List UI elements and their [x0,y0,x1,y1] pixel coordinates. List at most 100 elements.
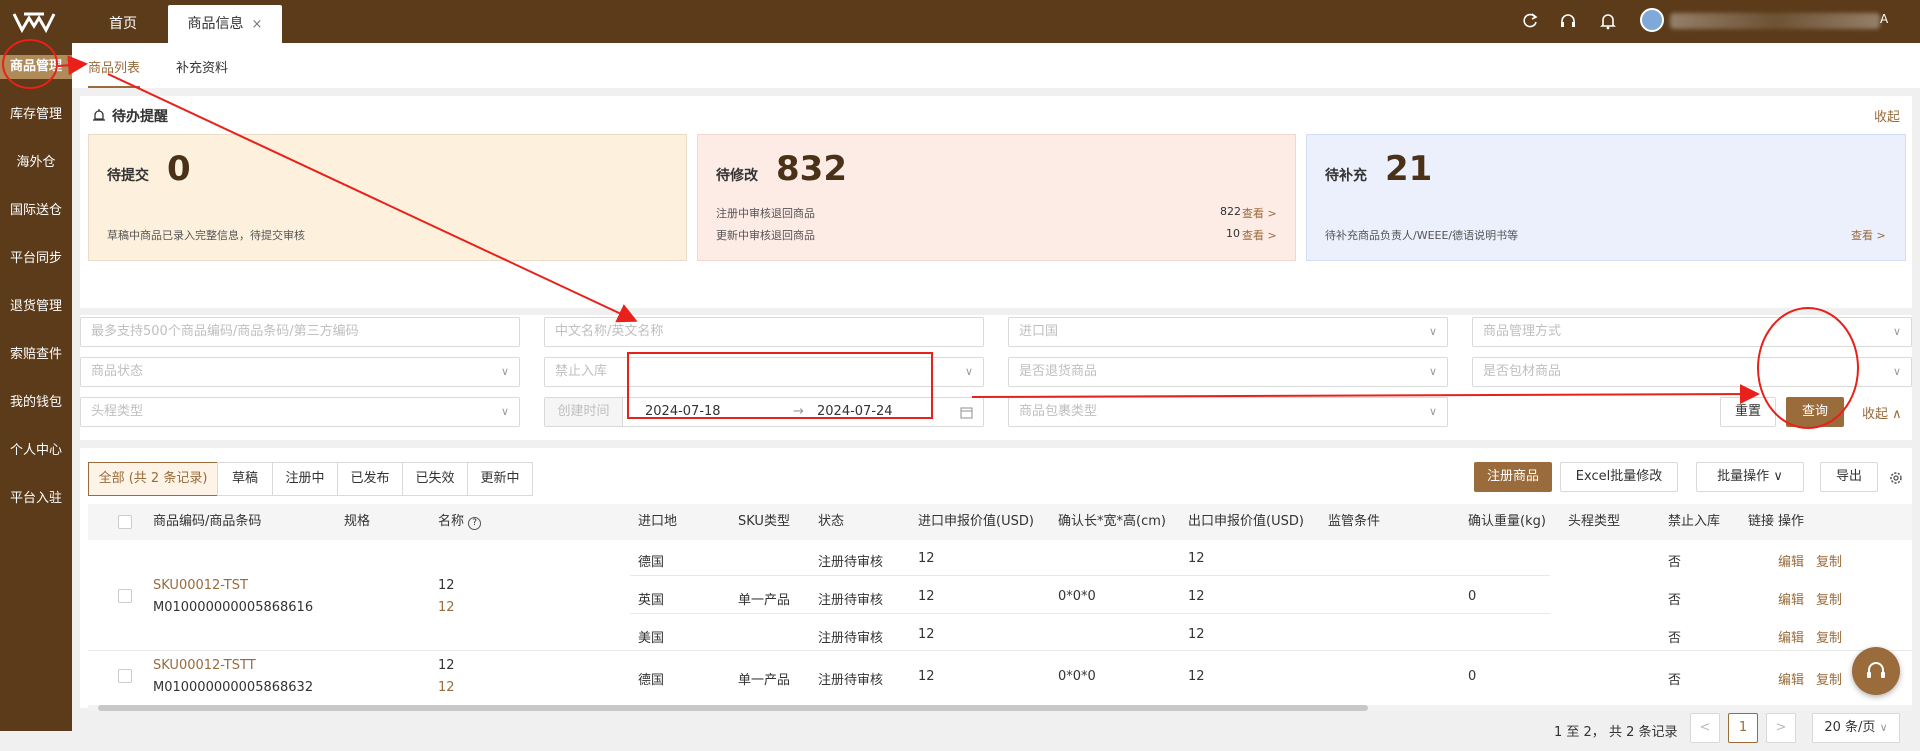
sidebar-item-claims[interactable]: 索赔查件 [0,343,72,367]
row-checkbox[interactable] [118,669,132,683]
sidebar-item-profile[interactable]: 个人中心 [0,439,72,463]
card-pending-submit[interactable]: 待提交 0 草稿中商品已录入完整信息，待提交审核 [88,134,687,261]
status-tab-updating[interactable]: 更新中 [467,462,533,496]
sidebar-item-wallet[interactable]: 我的钱包 [0,391,72,415]
col-status: 状态 [818,514,845,529]
dims: 0*0*0 [1058,669,1096,684]
batch-ops-button[interactable]: 批量操作 ∨ [1696,462,1804,492]
dims: 0*0*0 [1058,589,1096,604]
reset-button[interactable]: 重置 [1720,397,1776,427]
sidebar-item-product-mgmt[interactable]: 商品管理 [0,55,72,79]
name-search-input[interactable]: 中文名称/英文名称 [544,317,984,347]
returned-goods-select[interactable]: 是否退货商品 ∨ [1008,357,1448,387]
sidebar-item-returns[interactable]: 退货管理 [0,295,72,319]
tab-home[interactable]: 首页 [90,5,156,43]
date-start[interactable]: 2024-07-18 [645,398,721,426]
card-label: 待补充 [1325,168,1367,184]
avatar[interactable] [1640,8,1664,32]
card-label: 待提交 [107,168,149,184]
col-link: 链接 [1748,514,1775,529]
chevron-up-icon: ∧ [1892,407,1902,422]
status-tab-expired[interactable]: 已失效 [402,462,468,496]
pack-type-select[interactable]: 商品包裹类型 ∨ [1008,397,1448,427]
main-content: 商品列表 补充资料 待办提醒 收起 待提交 0 草稿中商品已录入完整信息，待提交… [72,43,1920,743]
sku-type: 单一产品 [738,593,791,608]
date-arrow: → [793,404,804,419]
edit-link[interactable]: 编辑 [1778,551,1804,570]
prev-page-button[interactable]: < [1690,713,1720,743]
status-tab-published[interactable]: 已发布 [337,462,403,496]
tab-supplementary[interactable]: 补充资料 [176,57,228,76]
query-button[interactable]: 查询 [1786,397,1844,427]
edit-link[interactable]: 编辑 [1778,589,1804,608]
card-pending-modify: 待修改 832 注册中审核退回商品 822 查看 > 更新中审核退回商品 10 … [697,134,1296,261]
tab-product-list[interactable]: 商品列表 [88,57,141,88]
card-line-count: 10 [1226,227,1240,240]
edit-link[interactable]: 编辑 [1778,669,1804,688]
status-tab-draft[interactable]: 草稿 [217,462,273,496]
copy-link[interactable]: 复制 [1816,669,1842,688]
export-value: 12 [1188,551,1205,566]
register-product-button[interactable]: 注册商品 [1474,462,1552,492]
table-panel: 全部 (共 2 条记录) 草稿 注册中 已发布 已失效 更新中 注册商品 Exc… [80,448,1912,711]
copy-link[interactable]: 复制 [1816,627,1842,646]
row-checkbox[interactable] [118,589,132,603]
headset-icon[interactable] [1558,11,1578,31]
card-desc: 待补充商品负责人/WEEE/德语说明书等 [1325,229,1519,242]
status-select[interactable]: 商品状态 ∨ [80,357,520,387]
view-link[interactable]: 查看 > [1242,227,1277,243]
status-tab-registering[interactable]: 注册中 [272,462,338,496]
refresh-icon[interactable] [1520,11,1540,31]
view-link[interactable]: 查看 > [1851,227,1886,243]
filter-panel: 最多支持500个商品编码/商品条码/第三方编码 中文名称/英文名称 进口国 ∨ 商… [80,315,1912,440]
forbid-value: 否 [1668,631,1682,646]
code-search-input[interactable]: 最多支持500个商品编码/商品条码/第三方编码 [80,317,520,347]
chevron-down-icon: ∨ [1428,365,1437,378]
sidebar-item-onboarding[interactable]: 平台入驻 [0,487,72,511]
settings-gear-icon[interactable] [1888,470,1904,486]
date-range-label: 创建时间 [545,398,623,426]
mgmt-method-select[interactable]: 商品管理方式 ∨ [1472,317,1912,347]
select-all-checkbox[interactable] [118,515,132,529]
page-1-button[interactable]: 1 [1728,713,1758,743]
edit-link[interactable]: 编辑 [1778,627,1804,646]
created-date-range[interactable]: 创建时间 2024-07-18 → 2024-07-24 [544,397,984,427]
import-value: 12 [918,669,935,684]
next-page-button[interactable]: > [1766,713,1796,743]
tab-product-info[interactable]: 商品信息 × [168,5,282,43]
barcode: M010000000005868632 [153,680,314,695]
col-spec: 规格 [344,514,371,529]
sidebar-item-overseas-warehouse[interactable]: 海外仓 [0,151,72,175]
row-divider [630,613,1550,614]
bell-icon[interactable] [1598,11,1618,31]
reminder-collapse-link[interactable]: 收起 [1874,106,1900,125]
page-size-label: 20 条/页 [1824,720,1876,735]
excel-batch-button[interactable]: Excel批量修改 [1560,462,1678,492]
sidebar-item-inventory[interactable]: 库存管理 [0,103,72,127]
product-name-en: 12 [438,600,455,615]
status-tab-all[interactable]: 全部 (共 2 条记录) [88,462,218,496]
customer-service-button[interactable] [1852,647,1900,695]
import-country-select[interactable]: 进口国 ∨ [1008,317,1448,347]
alarm-icon [93,109,105,121]
close-icon[interactable]: × [252,17,263,32]
filters-collapse-link[interactable]: 收起 ∧ [1862,403,1902,422]
copy-link[interactable]: 复制 [1816,589,1842,608]
sku-link[interactable]: SKU00012-TSTT [153,658,256,673]
product-name-en: 12 [438,680,455,695]
support-icon [1867,662,1885,678]
forbid-inbound-select[interactable]: 禁止入库 ∨ [544,357,984,387]
help-icon[interactable]: ? [468,517,482,530]
export-button[interactable]: 导出 [1820,462,1878,492]
chevron-down-icon: ∨ [1892,365,1901,378]
copy-link[interactable]: 复制 [1816,551,1842,570]
leg-type-select[interactable]: 头程类型 ∨ [80,397,520,427]
sku-link[interactable]: SKU00012-TST [153,578,248,593]
sidebar-item-platform-sync[interactable]: 平台同步 [0,247,72,271]
view-link[interactable]: 查看 > [1242,205,1277,221]
date-end[interactable]: 2024-07-24 [817,398,893,426]
reminder-title: 待办提醒 [112,109,168,125]
page-size-select[interactable]: 20 条/页 ∨ [1812,713,1900,743]
packaging-select[interactable]: 是否包材商品 ∨ [1472,357,1912,387]
sidebar-item-intl-delivery[interactable]: 国际送仓 [0,199,72,223]
